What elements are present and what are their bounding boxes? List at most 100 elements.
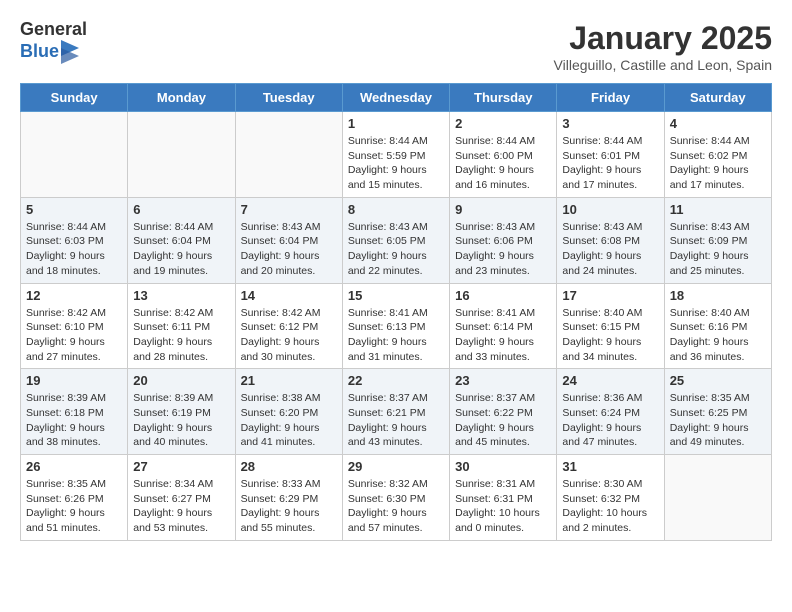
day-info: Sunrise: 8:44 AMSunset: 6:00 PMDaylight:… <box>455 134 551 193</box>
day-number: 12 <box>26 288 122 303</box>
weekday-header: Sunday <box>21 84 128 112</box>
day-info: Sunrise: 8:38 AMSunset: 6:20 PMDaylight:… <box>241 391 337 450</box>
calendar-cell: 12Sunrise: 8:42 AMSunset: 6:10 PMDayligh… <box>21 283 128 369</box>
day-info: Sunrise: 8:33 AMSunset: 6:29 PMDaylight:… <box>241 477 337 536</box>
day-number: 2 <box>455 116 551 131</box>
day-info: Sunrise: 8:30 AMSunset: 6:32 PMDaylight:… <box>562 477 658 536</box>
calendar-cell: 1 Sunrise: 8:44 AMSunset: 5:59 PMDaylight… <box>342 112 449 198</box>
day-info: Sunrise: 8:43 AMSunset: 6:08 PMDaylight:… <box>562 220 658 279</box>
day-number: 24 <box>562 373 658 388</box>
day-number: 9 <box>455 202 551 217</box>
day-number: 19 <box>26 373 122 388</box>
weekday-header: Thursday <box>450 84 557 112</box>
calendar-week-row: 12Sunrise: 8:42 AMSunset: 6:10 PMDayligh… <box>21 283 772 369</box>
day-number: 13 <box>133 288 229 303</box>
calendar-cell: 6 Sunrise: 8:44 AMSunset: 6:04 PMDaylight… <box>128 197 235 283</box>
calendar-cell: 27Sunrise: 8:34 AMSunset: 6:27 PMDayligh… <box>128 455 235 541</box>
day-number: 15 <box>348 288 444 303</box>
calendar-cell: 29 Sunrise: 8:32 AMSunset: 6:30 PMDayligh… <box>342 455 449 541</box>
day-info: Sunrise: 8:44 AMSunset: 5:59 PMDaylight:… <box>348 134 444 193</box>
day-info: Sunrise: 8:43 AMSunset: 6:04 PMDaylight:… <box>241 220 337 279</box>
calendar-week-row: 19 Sunrise: 8:39 AMSunset: 6:18 PMDayligh… <box>21 369 772 455</box>
day-info: Sunrise: 8:39 AMSunset: 6:19 PMDaylight:… <box>133 391 229 450</box>
day-info: Sunrise: 8:31 AMSunset: 6:31 PMDaylight:… <box>455 477 551 536</box>
day-info: Sunrise: 8:32 AMSunset: 6:30 PMDaylight:… <box>348 477 444 536</box>
calendar-cell: 16 Sunrise: 8:41 AMSunset: 6:14 PMDayligh… <box>450 283 557 369</box>
calendar-cell: 20 Sunrise: 8:39 AMSunset: 6:19 PMDayligh… <box>128 369 235 455</box>
calendar-cell: 7Sunrise: 8:43 AMSunset: 6:04 PMDaylight… <box>235 197 342 283</box>
title-block: January 2025 Villeguillo, Castille and L… <box>554 20 772 73</box>
day-number: 3 <box>562 116 658 131</box>
calendar-cell: 5 Sunrise: 8:44 AMSunset: 6:03 PMDaylight… <box>21 197 128 283</box>
day-number: 23 <box>455 373 551 388</box>
calendar-cell: 21 Sunrise: 8:38 AMSunset: 6:20 PMDayligh… <box>235 369 342 455</box>
day-number: 28 <box>241 459 337 474</box>
day-info: Sunrise: 8:37 AMSunset: 6:22 PMDaylight:… <box>455 391 551 450</box>
calendar-cell: 8Sunrise: 8:43 AMSunset: 6:05 PMDaylight… <box>342 197 449 283</box>
day-info: Sunrise: 8:44 AMSunset: 6:04 PMDaylight:… <box>133 220 229 279</box>
calendar-cell: 9Sunrise: 8:43 AMSunset: 6:06 PMDaylight… <box>450 197 557 283</box>
calendar-week-row: 26Sunrise: 8:35 AMSunset: 6:26 PMDayligh… <box>21 455 772 541</box>
calendar-cell: 22Sunrise: 8:37 AMSunset: 6:21 PMDayligh… <box>342 369 449 455</box>
logo-general: General <box>20 20 87 40</box>
calendar-cell: 26Sunrise: 8:35 AMSunset: 6:26 PMDayligh… <box>21 455 128 541</box>
calendar-cell: 3 Sunrise: 8:44 AMSunset: 6:01 PMDaylight… <box>557 112 664 198</box>
page-header: General Blue January 2025 Villeguillo, C… <box>20 20 772 73</box>
day-number: 1 <box>348 116 444 131</box>
day-number: 14 <box>241 288 337 303</box>
calendar-cell <box>664 455 771 541</box>
calendar-cell: 11Sunrise: 8:43 AMSunset: 6:09 PMDayligh… <box>664 197 771 283</box>
day-info: Sunrise: 8:44 AMSunset: 6:02 PMDaylight:… <box>670 134 766 193</box>
day-info: Sunrise: 8:35 AMSunset: 6:25 PMDaylight:… <box>670 391 766 450</box>
calendar-cell: 30 Sunrise: 8:31 AMSunset: 6:31 PMDayligh… <box>450 455 557 541</box>
calendar-table: SundayMondayTuesdayWednesdayThursdayFrid… <box>20 83 772 541</box>
calendar-cell: 17 Sunrise: 8:40 AMSunset: 6:15 PMDayligh… <box>557 283 664 369</box>
day-info: Sunrise: 8:42 AMSunset: 6:12 PMDaylight:… <box>241 306 337 365</box>
day-number: 5 <box>26 202 122 217</box>
calendar-cell: 23 Sunrise: 8:37 AMSunset: 6:22 PMDayligh… <box>450 369 557 455</box>
calendar-cell: 10 Sunrise: 8:43 AMSunset: 6:08 PMDayligh… <box>557 197 664 283</box>
day-info: Sunrise: 8:41 AMSunset: 6:14 PMDaylight:… <box>455 306 551 365</box>
day-info: Sunrise: 8:40 AMSunset: 6:16 PMDaylight:… <box>670 306 766 365</box>
day-info: Sunrise: 8:39 AMSunset: 6:18 PMDaylight:… <box>26 391 122 450</box>
calendar-cell: 14 Sunrise: 8:42 AMSunset: 6:12 PMDayligh… <box>235 283 342 369</box>
day-info: Sunrise: 8:44 AMSunset: 6:01 PMDaylight:… <box>562 134 658 193</box>
day-number: 25 <box>670 373 766 388</box>
calendar-cell <box>235 112 342 198</box>
day-info: Sunrise: 8:40 AMSunset: 6:15 PMDaylight:… <box>562 306 658 365</box>
day-number: 20 <box>133 373 229 388</box>
calendar-cell: 28 Sunrise: 8:33 AMSunset: 6:29 PMDayligh… <box>235 455 342 541</box>
weekday-header-row: SundayMondayTuesdayWednesdayThursdayFrid… <box>21 84 772 112</box>
day-number: 31 <box>562 459 658 474</box>
weekday-header: Friday <box>557 84 664 112</box>
day-number: 16 <box>455 288 551 303</box>
day-info: Sunrise: 8:44 AMSunset: 6:03 PMDaylight:… <box>26 220 122 279</box>
day-number: 30 <box>455 459 551 474</box>
calendar-cell <box>128 112 235 198</box>
day-info: Sunrise: 8:42 AMSunset: 6:11 PMDaylight:… <box>133 306 229 365</box>
weekday-header: Tuesday <box>235 84 342 112</box>
logo-icon <box>61 40 79 64</box>
day-number: 17 <box>562 288 658 303</box>
logo: General Blue <box>20 20 87 64</box>
day-info: Sunrise: 8:43 AMSunset: 6:09 PMDaylight:… <box>670 220 766 279</box>
day-info: Sunrise: 8:35 AMSunset: 6:26 PMDaylight:… <box>26 477 122 536</box>
weekday-header: Monday <box>128 84 235 112</box>
day-number: 10 <box>562 202 658 217</box>
day-info: Sunrise: 8:36 AMSunset: 6:24 PMDaylight:… <box>562 391 658 450</box>
day-number: 6 <box>133 202 229 217</box>
calendar-cell: 24 Sunrise: 8:36 AMSunset: 6:24 PMDayligh… <box>557 369 664 455</box>
calendar-cell: 13 Sunrise: 8:42 AMSunset: 6:11 PMDayligh… <box>128 283 235 369</box>
day-number: 29 <box>348 459 444 474</box>
calendar-cell: 31 Sunrise: 8:30 AMSunset: 6:32 PMDayligh… <box>557 455 664 541</box>
calendar-week-row: 5 Sunrise: 8:44 AMSunset: 6:03 PMDaylight… <box>21 197 772 283</box>
calendar-cell: 2 Sunrise: 8:44 AMSunset: 6:00 PMDaylight… <box>450 112 557 198</box>
day-number: 21 <box>241 373 337 388</box>
calendar-cell: 4 Sunrise: 8:44 AMSunset: 6:02 PMDaylight… <box>664 112 771 198</box>
day-number: 22 <box>348 373 444 388</box>
day-number: 27 <box>133 459 229 474</box>
day-number: 4 <box>670 116 766 131</box>
weekday-header: Saturday <box>664 84 771 112</box>
calendar-cell <box>21 112 128 198</box>
weekday-header: Wednesday <box>342 84 449 112</box>
